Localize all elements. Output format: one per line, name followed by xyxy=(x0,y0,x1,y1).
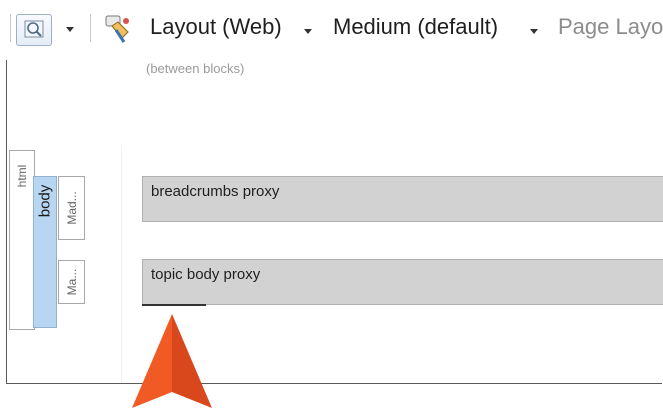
body-tab-label: body xyxy=(36,184,54,218)
layout-dropdown[interactable]: Layout (Web) xyxy=(150,14,282,40)
toolbar: Layout (Web) Medium (default) Page Layo xyxy=(0,0,663,60)
chevron-down-icon[interactable] xyxy=(304,29,312,34)
screenshot-root: Layout (Web) Medium (default) Page Layo … xyxy=(0,0,663,411)
between-blocks-hint: (between blocks) xyxy=(146,61,245,76)
structure-tab-html[interactable]: html xyxy=(9,150,35,330)
format-painter-icon[interactable] xyxy=(100,12,136,46)
insertion-cursor xyxy=(142,304,206,306)
view-dropdown-icon[interactable] xyxy=(66,27,74,32)
callout-arrow-icon xyxy=(132,314,212,408)
breadcrumbs-proxy-block[interactable]: breadcrumbs proxy xyxy=(142,176,663,222)
page-layout-dropdown[interactable]: Page Layo xyxy=(558,14,663,40)
structure-tab-ma[interactable]: Ma... xyxy=(58,260,85,304)
html-tab-label: html xyxy=(15,164,29,188)
toolbar-separator xyxy=(90,14,91,42)
structure-tab-body[interactable]: body xyxy=(33,176,57,328)
breadcrumbs-proxy-label: breadcrumbs proxy xyxy=(151,183,280,200)
chevron-down-icon[interactable] xyxy=(530,29,538,34)
topic-body-proxy-block[interactable]: topic body proxy xyxy=(142,259,663,305)
magnifier-view-icon xyxy=(24,20,44,38)
structure-tab-mad[interactable]: Mad... xyxy=(58,176,85,240)
mad-tab-label: Mad... xyxy=(64,191,79,225)
topic-body-proxy-label: topic body proxy xyxy=(151,266,261,283)
medium-dropdown[interactable]: Medium (default) xyxy=(333,14,498,40)
view-button[interactable] xyxy=(16,14,52,46)
ma-tab-label: Ma... xyxy=(64,268,79,296)
toolbar-separator xyxy=(10,14,11,42)
